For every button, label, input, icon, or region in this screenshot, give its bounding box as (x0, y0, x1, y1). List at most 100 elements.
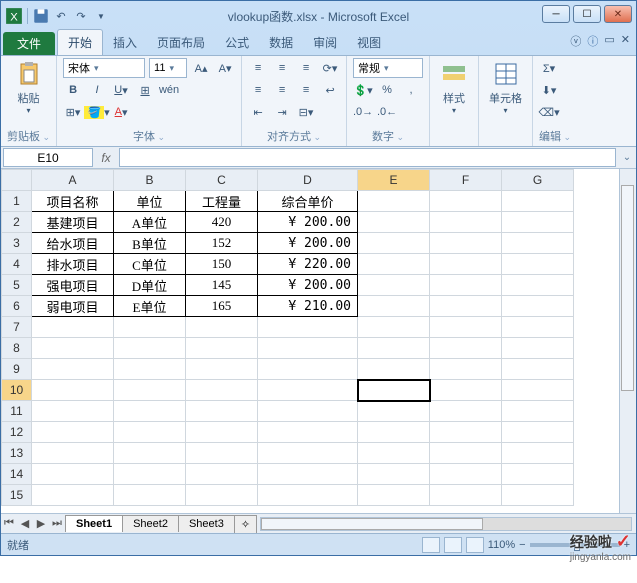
cell[interactable]: 165 (186, 296, 258, 317)
cell[interactable]: B单位 (114, 233, 186, 254)
percent-icon[interactable]: % (377, 80, 397, 100)
cell[interactable]: 单位 (114, 191, 186, 212)
cell[interactable]: 项目名称 (32, 191, 114, 212)
cell[interactable] (32, 443, 114, 464)
font-color-button[interactable]: A▾ (111, 102, 131, 122)
tab-home[interactable]: 开始 (57, 29, 103, 55)
row-header[interactable]: 8 (2, 338, 32, 359)
cell[interactable] (430, 275, 502, 296)
cell[interactable] (430, 191, 502, 212)
cell[interactable] (430, 401, 502, 422)
cell[interactable]: A单位 (114, 212, 186, 233)
row-header[interactable]: 3 (2, 233, 32, 254)
increase-indent-icon[interactable]: ⇥ (272, 102, 292, 122)
cell[interactable] (258, 338, 358, 359)
cell[interactable]: 综合单价 (258, 191, 358, 212)
cell[interactable] (186, 359, 258, 380)
autosum-icon[interactable]: Σ▾ (539, 58, 559, 78)
cell[interactable] (358, 275, 430, 296)
ribbon-minimize-icon[interactable]: ⓥ (570, 33, 581, 49)
cell[interactable] (258, 485, 358, 506)
sheet-tab[interactable]: Sheet2 (122, 515, 179, 532)
row-header[interactable]: 6 (2, 296, 32, 317)
window-restore-icon[interactable]: ▭ (604, 33, 614, 49)
page-layout-view-icon[interactable] (444, 537, 462, 553)
cell[interactable] (502, 254, 574, 275)
cell[interactable] (114, 359, 186, 380)
col-header[interactable]: C (186, 170, 258, 191)
cell[interactable] (430, 443, 502, 464)
cell[interactable] (502, 233, 574, 254)
cell[interactable] (430, 422, 502, 443)
wrap-text-icon[interactable]: ↩ (320, 80, 340, 100)
cell[interactable] (258, 422, 358, 443)
cell[interactable] (358, 359, 430, 380)
cell[interactable] (114, 443, 186, 464)
cell[interactable] (258, 401, 358, 422)
row-header[interactable]: 15 (2, 485, 32, 506)
cell[interactable] (258, 464, 358, 485)
cell[interactable]: C单位 (114, 254, 186, 275)
cell[interactable] (114, 338, 186, 359)
cell[interactable]: D单位 (114, 275, 186, 296)
cell[interactable]: 工程量 (186, 191, 258, 212)
comma-icon[interactable]: , (401, 80, 421, 100)
row-header[interactable]: 2 (2, 212, 32, 233)
minimize-button[interactable]: ─ (542, 5, 570, 23)
cell[interactable] (358, 212, 430, 233)
tab-formulas[interactable]: 公式 (215, 30, 259, 55)
horizontal-scrollbar[interactable] (260, 517, 632, 531)
font-name-combo[interactable]: 宋体▾ (63, 58, 145, 78)
cell[interactable] (430, 212, 502, 233)
cell[interactable]: 弱电项目 (32, 296, 114, 317)
app-icon[interactable]: X (5, 7, 23, 25)
cell[interactable] (430, 296, 502, 317)
row-header[interactable]: 1 (2, 191, 32, 212)
col-header[interactable]: B (114, 170, 186, 191)
vertical-scrollbar[interactable] (619, 169, 636, 513)
fill-color-button[interactable]: 🪣▾ (87, 102, 107, 122)
col-header[interactable]: G (502, 170, 574, 191)
cell[interactable]: E单位 (114, 296, 186, 317)
row-header[interactable]: 14 (2, 464, 32, 485)
border-bottom-icon[interactable]: ⊞ (135, 80, 155, 100)
cell[interactable]: 排水项目 (32, 254, 114, 275)
col-header[interactable]: F (430, 170, 502, 191)
cell[interactable] (502, 212, 574, 233)
maximize-button[interactable]: ☐ (573, 5, 601, 23)
decrease-font-icon[interactable]: A▾ (215, 58, 235, 78)
align-left-icon[interactable]: ≡ (248, 80, 268, 100)
cell[interactable]: ¥ 200.00 (258, 212, 358, 233)
tab-last-icon[interactable]: ⏭ (49, 517, 65, 530)
bold-button[interactable]: B (63, 80, 83, 100)
help-icon[interactable]: ⓘ (587, 33, 598, 49)
tab-file[interactable]: 文件 (3, 32, 55, 55)
cell[interactable] (430, 359, 502, 380)
cell[interactable] (502, 422, 574, 443)
cell[interactable] (186, 485, 258, 506)
close-button[interactable]: ✕ (604, 5, 632, 23)
tab-review[interactable]: 审阅 (303, 30, 347, 55)
name-box[interactable]: E10 (3, 148, 93, 167)
cell[interactable] (502, 359, 574, 380)
new-sheet-icon[interactable]: ✧ (234, 515, 257, 533)
cell[interactable] (430, 380, 502, 401)
redo-icon[interactable]: ↷ (72, 7, 90, 25)
col-header[interactable]: D (258, 170, 358, 191)
tab-page-layout[interactable]: 页面布局 (147, 30, 215, 55)
cell[interactable]: 强电项目 (32, 275, 114, 296)
cell[interactable] (114, 485, 186, 506)
cell[interactable] (502, 401, 574, 422)
borders-button[interactable]: ⊞▾ (63, 102, 83, 122)
cell[interactable] (430, 485, 502, 506)
cell[interactable] (258, 317, 358, 338)
cell[interactable] (358, 254, 430, 275)
undo-icon[interactable]: ↶ (52, 7, 70, 25)
cell[interactable] (186, 464, 258, 485)
cell[interactable] (502, 296, 574, 317)
qat-customize-icon[interactable]: ▼ (92, 7, 110, 25)
cell[interactable] (258, 443, 358, 464)
cell[interactable] (258, 380, 358, 401)
cell[interactable] (358, 422, 430, 443)
cell[interactable] (430, 317, 502, 338)
